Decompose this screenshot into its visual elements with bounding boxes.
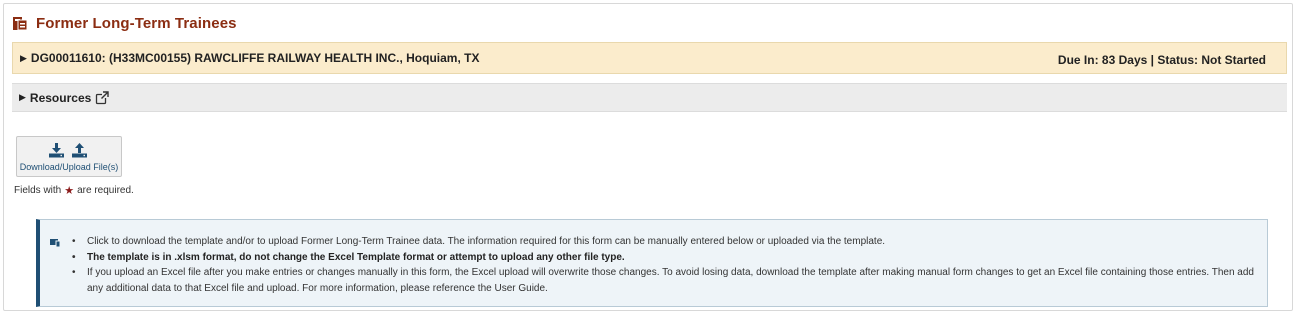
upload-icon (71, 142, 88, 163)
page-header: Former Long-Term Trainees (12, 12, 237, 34)
grant-label: DG00011610: (H33MC00155) RAWCLIFFE RAILW… (30, 51, 480, 65)
caret-right-icon: ▶ (20, 52, 27, 63)
list-icon (50, 234, 61, 248)
page-title: Former Long-Term Trainees (36, 14, 237, 32)
required-fields-note: Fields with ★ are required. (14, 184, 134, 197)
instruction-item: If you upload an Excel file after you ma… (72, 265, 1262, 296)
download-icon (48, 142, 65, 163)
instructions-box: Click to download the template and/or to… (36, 219, 1268, 307)
download-upload-button[interactable]: Download/Upload File(s) (16, 136, 122, 177)
resources-label: Resources (29, 90, 92, 105)
required-star-icon: ★ (64, 185, 75, 197)
external-link-icon[interactable] (95, 90, 109, 105)
form-panel: Former Long-Term Trainees ▶ DG00011610: … (3, 3, 1293, 311)
instruction-item: The template is in .xlsm format, do not … (72, 250, 1262, 266)
form-document-icon (12, 15, 28, 31)
download-upload-label: Download/Upload File(s) (19, 162, 119, 172)
required-note-suffix: are required. (77, 185, 134, 196)
grant-accordion-header[interactable]: ▶ DG00011610: (H33MC00155) RAWCLIFFE RAI… (12, 42, 1287, 74)
required-note-prefix: Fields with (14, 185, 62, 196)
instruction-item: Click to download the template and/or to… (72, 234, 1262, 250)
grant-status: Due In: 83 Days | Status: Not Started (1057, 53, 1266, 67)
resources-accordion-header[interactable]: ▶ Resources (12, 83, 1287, 112)
caret-right-icon: ▶ (19, 92, 26, 102)
instructions-list: Click to download the template and/or to… (72, 234, 1262, 296)
